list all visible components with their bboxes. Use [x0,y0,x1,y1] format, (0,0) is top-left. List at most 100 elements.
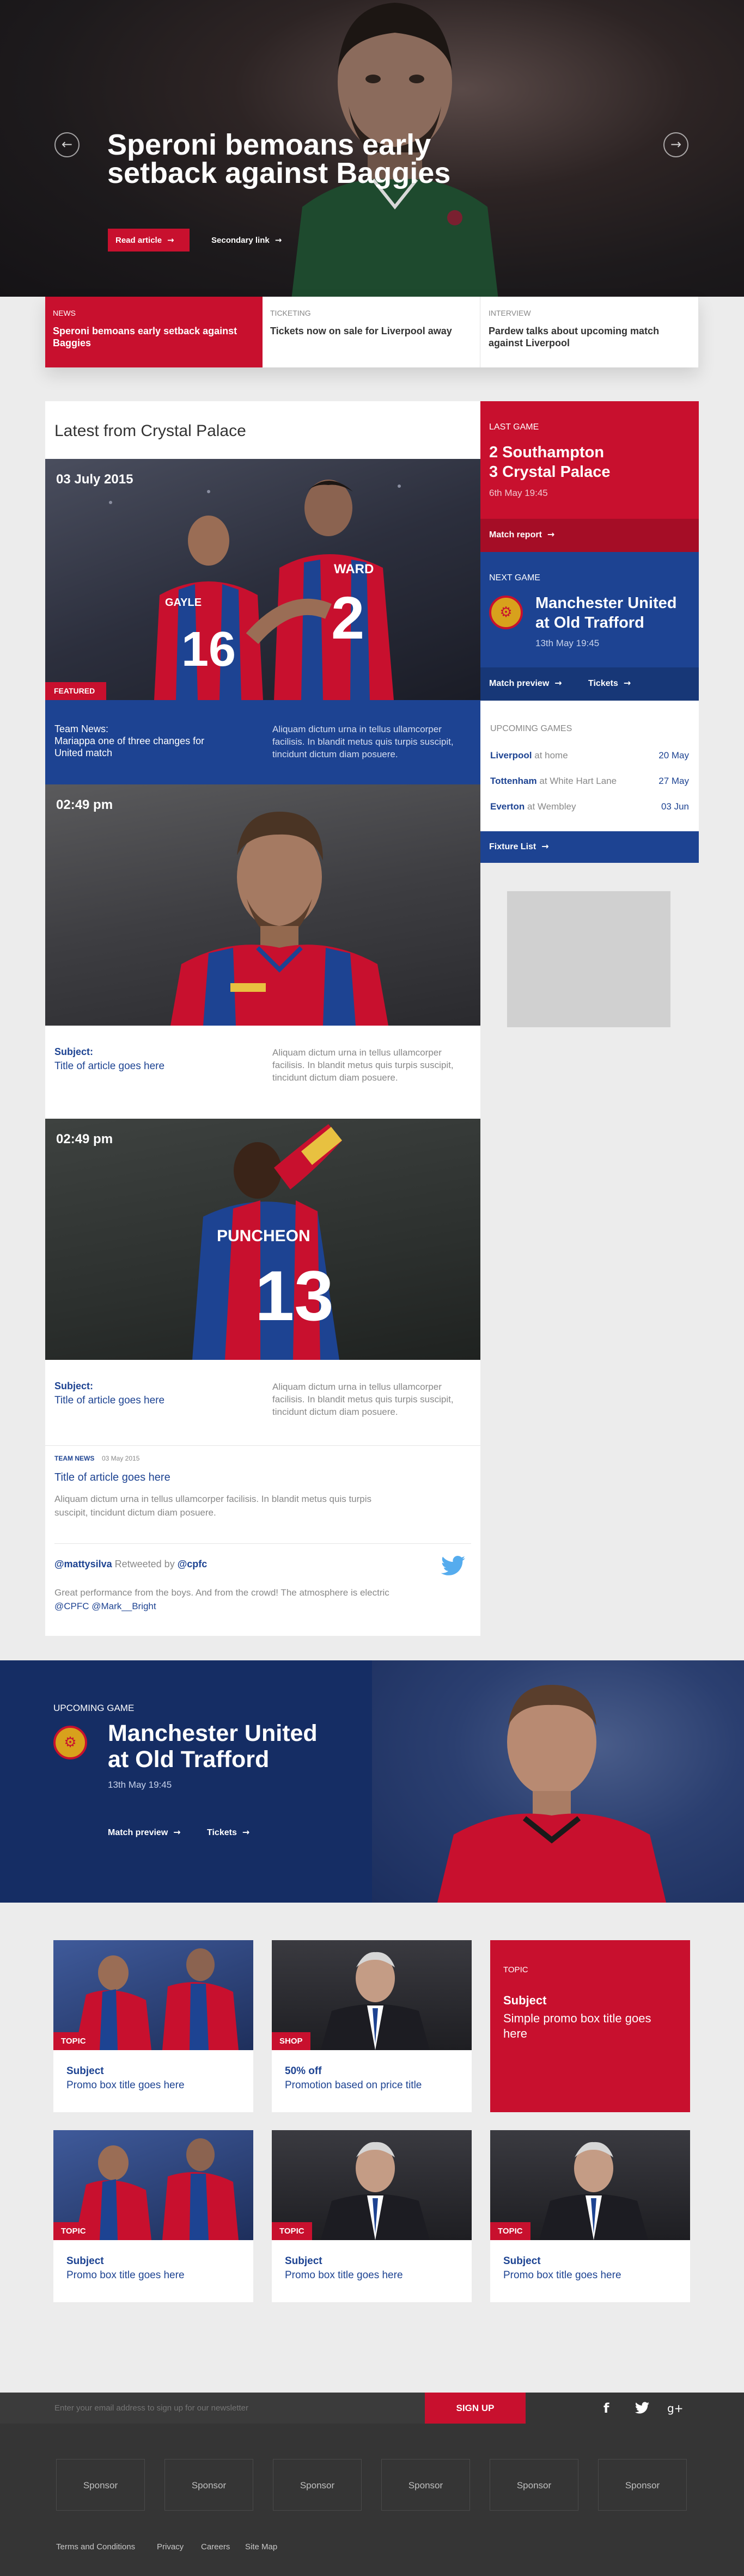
article-description: Aliquam dictum urna in tellus ullamcorpe… [272,1382,454,1417]
promo-card[interactable]: Topic Subject Promo box title goes here [490,2130,690,2302]
tickets-label: Tickets [588,679,618,688]
promo-subject: Subject [503,2255,541,2267]
featured-date: 03 July 2015 [56,472,133,487]
article-image[interactable]: PUNCHEON 13 02:49 pm [45,1119,480,1360]
strip-text: Speroni bemoans early setback against Ba… [53,326,237,348]
news-item-description: Aliquam dictum urna in tellus ullamcorpe… [54,1494,372,1518]
svg-text:PUNCHEON: PUNCHEON [217,1227,310,1245]
match-preview-link[interactable]: Match preview → [489,678,562,689]
footer-link-terms[interactable]: Terms and Conditions [56,2542,135,2552]
promo-card[interactable]: Shop 50% off Promotion based on price ti… [272,1940,472,2112]
fixture-list-button[interactable]: Fixture List → [480,831,699,863]
match-report-link[interactable]: Match report → [489,529,554,540]
promo-subject: 50% off [285,2065,322,2077]
featured-article-image[interactable]: GAYLE 16 WARD 2 03 July 2015 [45,459,480,700]
last-game-line2: 3 Crystal Palace [489,463,611,481]
banner-player-image [372,1660,744,1903]
promo-card[interactable]: Topic Subject Promo box title goes here [53,1940,253,2112]
svg-text:2: 2 [331,585,364,652]
newsletter-signup-button[interactable]: Sign up [425,2393,526,2424]
next-game-date: 13th May 19:45 [535,638,600,648]
featured-title[interactable]: Team News: Mariappa one of three changes… [54,723,223,759]
hero-banner: ← → Speroni bemoans early setback agains… [0,0,744,297]
read-article-button[interactable]: Read article → [108,229,190,252]
strip-item-interview[interactable]: Interview Pardew talks about upcoming ma… [481,297,699,367]
google-plus-icon[interactable]: g+ [667,2402,683,2415]
twitter-icon[interactable] [635,2402,649,2414]
news-item-date: 03 May 2015 [102,1455,140,1462]
banner-date: 13th May 19:45 [108,1780,172,1790]
svg-text:16: 16 [181,622,236,677]
news-item-title[interactable]: Title of article goes here [54,1471,170,1484]
article-title[interactable]: Title of article goes here [54,1060,164,1072]
banner-player-figure [437,1685,666,1903]
arrow-right-icon: → [554,678,562,688]
facebook-icon[interactable]: f [603,2401,609,2416]
ad-placeholder[interactable] [507,891,670,1027]
sponsor-logo[interactable]: Sponsor [56,2459,145,2511]
last-game-line1: 2 Southampton [489,444,605,461]
arrow-right-icon: → [541,841,549,851]
arrow-right-icon: → [242,1827,250,1837]
upcoming-team: Everton [490,801,525,812]
upcoming-team: Liverpool [490,750,532,760]
footer-link-privacy[interactable]: Privacy [157,2542,184,2552]
sponsor-logo[interactable]: Sponsor [598,2459,687,2511]
banner-match-preview-link[interactable]: Match preview → [108,1827,181,1838]
promo-tag: Topic [53,2222,94,2240]
strip-item-news[interactable]: News Speroni bemoans early setback again… [45,297,263,367]
strip-category: News [53,309,76,317]
next-game-fixture: Manchester United at Old Trafford [535,593,676,633]
hero-next-button[interactable]: → [663,132,688,157]
strip-category: Interview [489,309,531,317]
secondary-link-label: Secondary link [211,236,270,245]
promo-tag: Topic [503,1965,528,1974]
man-utd-crest-icon: ⚙ [489,596,523,629]
match-preview-label: Match preview [489,679,550,688]
promo-title: Promo box title goes here [285,2270,403,2281]
upcoming-venue: at Wembley [527,801,576,812]
sponsor-logo[interactable]: Sponsor [164,2459,253,2511]
tweet-retweeted: Retweeted by [114,1559,175,1569]
banner-line1: Manchester United [108,1720,318,1746]
sponsor-logo[interactable]: Sponsor [490,2459,578,2511]
last-game-score: 2 Southampton 3 Crystal Palace [489,443,610,482]
promo-card[interactable]: Topic Subject Promo box title goes here [53,2130,253,2302]
player-portrait-image [170,812,388,1026]
strip-item-ticketing[interactable]: Ticketing Tickets now on sale for Liverp… [263,297,480,367]
next-game-label: Next Game [489,573,540,582]
next-game-line1: Manchester United [535,594,677,612]
arrow-right-icon: → [167,235,174,245]
footer-link-sitemap[interactable]: Site Map [245,2542,277,2552]
article-title[interactable]: Title of article goes here [54,1395,164,1407]
sponsor-logo[interactable]: Sponsor [273,2459,362,2511]
promo-tag: Shop [272,2032,310,2050]
promo-card[interactable]: Topic Subject Promo box title goes here [272,2130,472,2302]
arrow-right-icon: → [275,235,282,245]
upcoming-row[interactable]: Everton at Wembley 03 Jun [490,801,689,812]
secondary-link[interactable]: Secondary link → [211,229,282,252]
banner-tickets-link[interactable]: Tickets → [207,1827,249,1838]
article-image[interactable]: 02:49 pm [45,784,480,1026]
upcoming-games-label: Upcoming Games [490,724,572,733]
tickets-link[interactable]: Tickets → [588,678,631,689]
promo-title: Promo box title goes here [503,2270,621,2281]
twitter-icon[interactable] [441,1556,465,1575]
player-back-image: PUNCHEON 13 [192,1124,342,1360]
arrow-right-icon: → [173,1827,181,1837]
footer-link-careers[interactable]: Careers [201,2542,230,2552]
article-time: 02:49 pm [56,798,113,812]
upcoming-row[interactable]: Tottenham at White Hart Lane 27 May [490,776,689,787]
fixture-list-text: Fixture List → [489,841,549,852]
match-report-label: Match report [489,530,542,539]
banner-label: Upcoming Game [53,1703,135,1713]
newsletter-email-input[interactable] [54,2398,414,2418]
chevron-right-icon: → [670,137,682,152]
tweet-by[interactable]: @cpfc [178,1559,208,1569]
promo-card[interactable]: Topic Subject Simple promo box title goe… [490,1940,690,2112]
tweet-mentions[interactable]: @CPFC @Mark__Bright [54,1599,436,1613]
tweet-user[interactable]: @mattysilva [54,1559,112,1569]
hero-prev-button[interactable]: ← [54,132,80,157]
upcoming-row[interactable]: Liverpool at home 20 May [490,750,689,761]
sponsor-logo[interactable]: Sponsor [381,2459,470,2511]
